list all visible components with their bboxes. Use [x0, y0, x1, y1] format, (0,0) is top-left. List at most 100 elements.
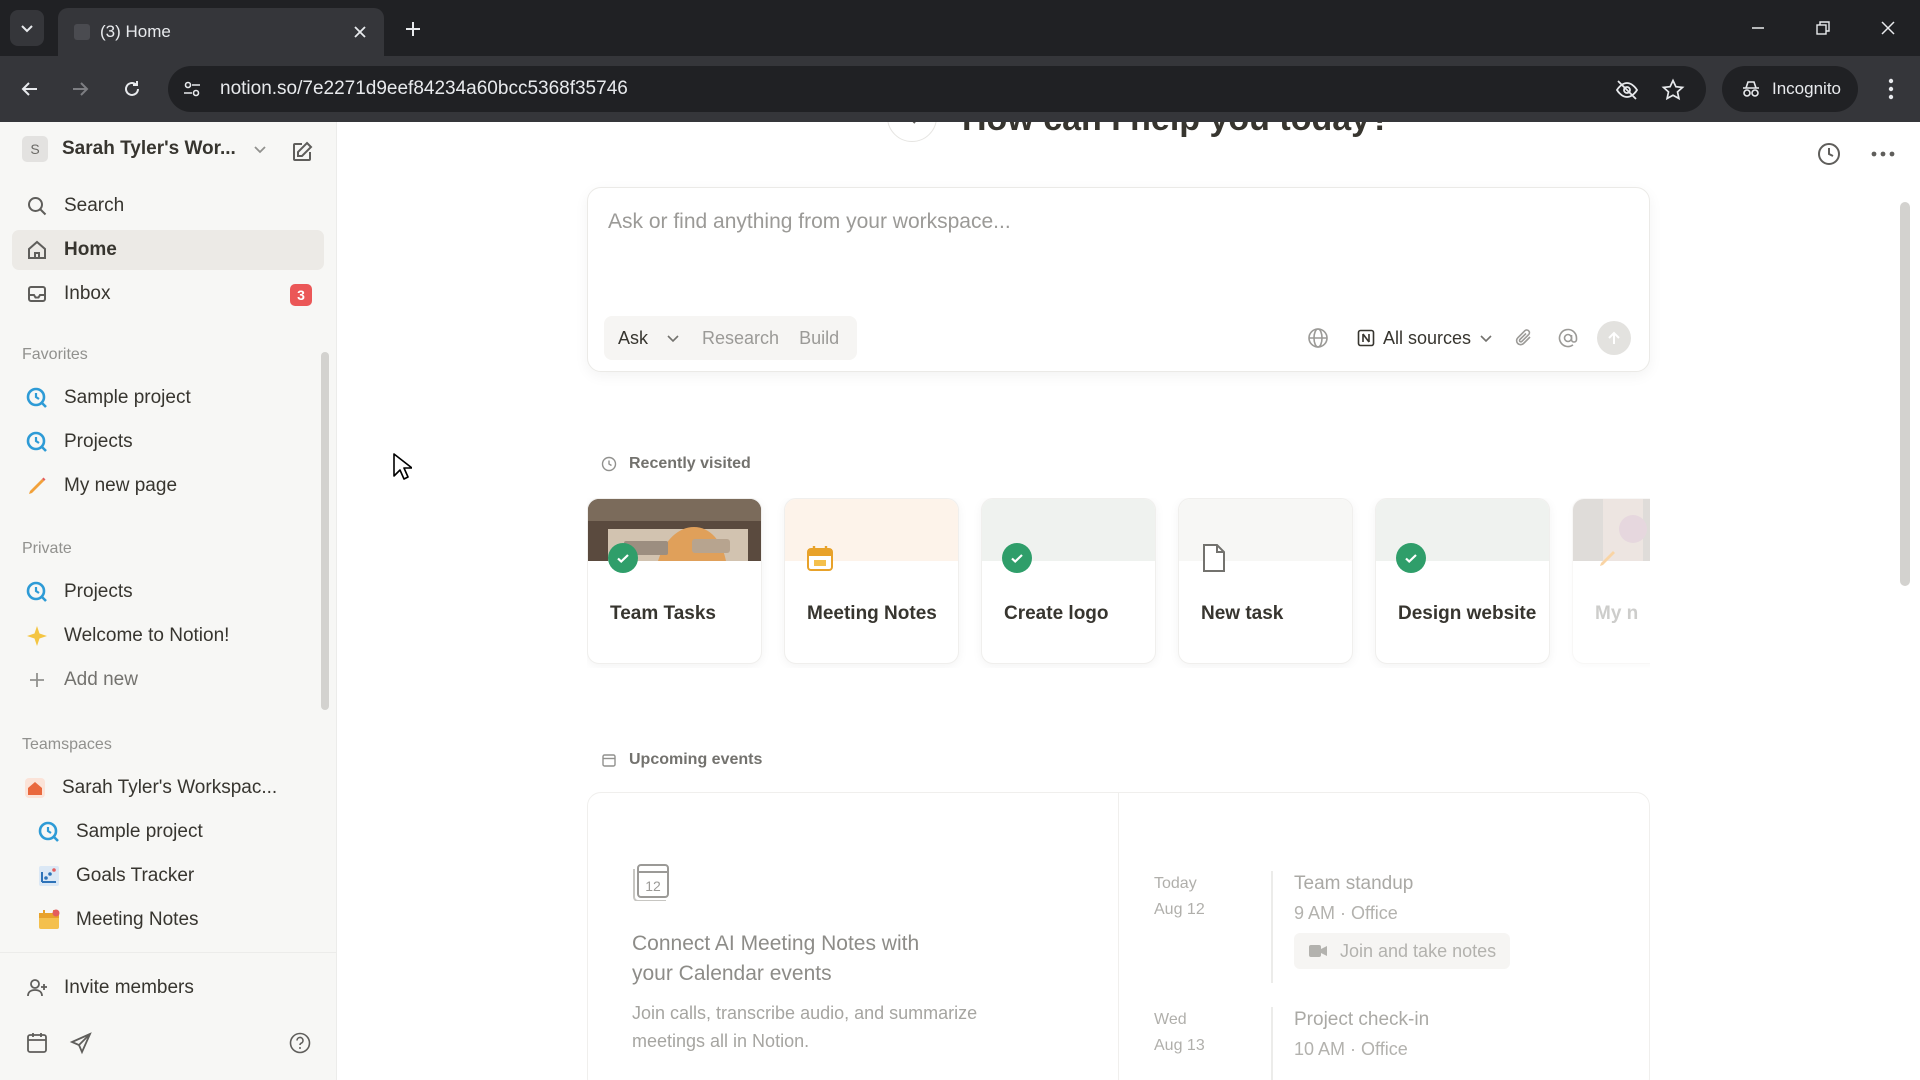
pencil-icon — [24, 473, 50, 499]
tab-close-button[interactable] — [348, 20, 372, 44]
submit-button[interactable] — [1597, 321, 1631, 355]
arrow-left-icon — [21, 82, 37, 96]
svg-text:12: 12 — [645, 878, 661, 894]
sidebar-item-teamspace[interactable]: Sarah Tyler's Workspac... — [12, 768, 324, 808]
workspace-switcher[interactable]: S Sarah Tyler's Wor... — [14, 132, 314, 166]
mode-research[interactable]: Research — [692, 328, 789, 349]
recent-card-my-new-page[interactable]: My n — [1572, 498, 1650, 664]
sidebar-item-add-new[interactable]: Add new — [12, 660, 324, 700]
recent-cards: Team Tasks Meeting Notes Create logo New… — [587, 498, 1650, 668]
arrow-right-icon — [73, 82, 89, 96]
close-window-button[interactable] — [1868, 10, 1908, 46]
eye-off-icon[interactable] — [1614, 77, 1640, 103]
tab-title: (3) Home — [100, 22, 171, 41]
sidebar-item-home[interactable]: Home — [12, 230, 324, 270]
chart-icon — [36, 863, 62, 889]
sidebar-item-label: Projects — [64, 431, 133, 452]
address-bar[interactable]: notion.so/7e2271d9eef84234a60bcc5368f357… — [168, 66, 1706, 112]
back-button[interactable] — [12, 71, 48, 107]
check-circle-icon — [1002, 543, 1032, 573]
recent-card-create-logo[interactable]: Create logo — [981, 498, 1156, 664]
calendar-icon — [805, 543, 835, 573]
more-vertical-icon — [1888, 78, 1894, 100]
sidebar-item-label: Projects — [64, 581, 133, 602]
mode-ask-dropdown[interactable]: Ask — [612, 328, 692, 349]
bookmark-star-icon[interactable] — [1660, 77, 1686, 103]
sidebar-item-my-new-page[interactable]: My new page — [12, 466, 324, 506]
join-and-take-notes-button[interactable]: Join and take notes — [1294, 933, 1511, 969]
connect-description: Join calls, transcribe audio, and summar… — [632, 1003, 978, 1051]
sidebar-item-label: Add new — [64, 669, 138, 690]
mention-button[interactable] — [1553, 323, 1583, 353]
sidebar-item-projects-private[interactable]: Projects — [12, 572, 324, 612]
calendar-app-icon[interactable] — [22, 1028, 52, 1058]
restore-icon — [1816, 21, 1830, 35]
ai-avatar-button[interactable] — [887, 122, 937, 142]
teamspaces-heading: Teamspaces — [22, 736, 112, 753]
sources-dropdown[interactable]: All sources — [1357, 328, 1493, 349]
restore-button[interactable] — [1803, 10, 1843, 46]
mode-build[interactable]: Build — [789, 328, 849, 349]
connect-title: Connect AI Meeting Notes with your Calen… — [632, 932, 920, 985]
more-horizontal-icon — [1871, 151, 1895, 157]
sidebar-item-search[interactable]: Search — [12, 186, 324, 226]
sidebar-item-projects[interactable]: Projects — [12, 422, 324, 462]
sidebar-item-welcome[interactable]: Welcome to Notion! — [12, 616, 324, 656]
upcoming-events-label: Upcoming events — [629, 751, 763, 768]
event-title[interactable]: Project check-in — [1294, 1009, 1429, 1031]
sidebar-item-ts-sample-project[interactable]: Sample project — [12, 812, 324, 852]
sidebar-divider — [0, 952, 336, 953]
workspace-avatar: S — [22, 136, 48, 162]
sidebar-item-sample-project[interactable]: Sample project — [12, 378, 324, 418]
attach-button[interactable] — [1509, 323, 1539, 353]
main-scrollbar[interactable] — [1900, 202, 1910, 586]
arrow-up-icon — [1608, 331, 1620, 344]
reload-button[interactable] — [114, 71, 150, 107]
sidebar-item-inbox[interactable]: Inbox 3 — [12, 274, 324, 314]
url-text[interactable]: notion.so/7e2271d9eef84234a60bcc5368f357… — [220, 78, 628, 100]
sidebar-item-label: Sample project — [76, 821, 203, 842]
sidebar-item-label: Home — [64, 239, 117, 260]
ask-input[interactable]: Ask or find anything from your workspace… — [608, 210, 1011, 234]
teamspace-home-icon — [22, 775, 48, 801]
recently-visited-label: Recently visited — [629, 455, 751, 472]
sidebar-scrollbar[interactable] — [321, 352, 329, 710]
upcoming-events-heading: Upcoming events — [601, 751, 762, 769]
tab-search-button[interactable] — [10, 10, 44, 46]
clock-icon — [1818, 143, 1840, 165]
new-tab-button[interactable] — [398, 14, 428, 44]
history-button[interactable] — [1813, 138, 1845, 170]
sidebar-item-meeting-notes[interactable]: Meeting Notes — [12, 900, 324, 940]
sidebar-item-label: Sarah Tyler's Workspac... — [62, 777, 278, 798]
recent-card-meeting-notes[interactable]: Meeting Notes — [784, 498, 959, 664]
incognito-indicator[interactable]: Incognito — [1722, 66, 1858, 112]
event-title[interactable]: Team standup — [1294, 873, 1413, 895]
browser-tab-active[interactable]: (3) Home — [58, 8, 384, 56]
recent-card-team-tasks[interactable]: Team Tasks — [587, 498, 762, 664]
recent-card-new-task[interactable]: New task — [1178, 498, 1353, 664]
chevron-down-icon — [667, 335, 679, 343]
sidebar-item-label: Welcome to Notion! — [64, 625, 230, 646]
more-options-button[interactable] — [1867, 138, 1899, 170]
sidebar-item-goals-tracker[interactable]: Goals Tracker — [12, 856, 324, 896]
project-icon — [36, 819, 62, 845]
check-circle-icon — [608, 543, 638, 573]
minimize-button[interactable] — [1738, 10, 1778, 46]
upcoming-events-panel: 12 Connect AI Meeting Notes with your Ca… — [587, 792, 1650, 1080]
close-icon — [354, 26, 366, 38]
recent-card-design-website[interactable]: Design website — [1375, 498, 1550, 664]
browser-menu-button[interactable] — [1876, 74, 1906, 104]
incognito-icon — [1743, 81, 1759, 97]
workspace-name: Sarah Tyler's Wor... — [62, 138, 236, 159]
site-info-icon[interactable] — [180, 77, 204, 101]
sidebar-item-invite-members[interactable]: Invite members — [12, 968, 324, 1008]
video-camera-icon — [1309, 945, 1327, 957]
send-icon[interactable] — [66, 1028, 96, 1058]
ask-toolbar: All sources — [1303, 320, 1631, 356]
new-page-button[interactable] — [288, 138, 316, 166]
help-icon[interactable] — [285, 1028, 315, 1058]
web-search-toggle[interactable] — [1303, 323, 1333, 353]
chevron-left-icon — [912, 122, 916, 124]
forward-button[interactable] — [62, 71, 98, 107]
mode-selector: Ask Research Build — [604, 316, 858, 360]
